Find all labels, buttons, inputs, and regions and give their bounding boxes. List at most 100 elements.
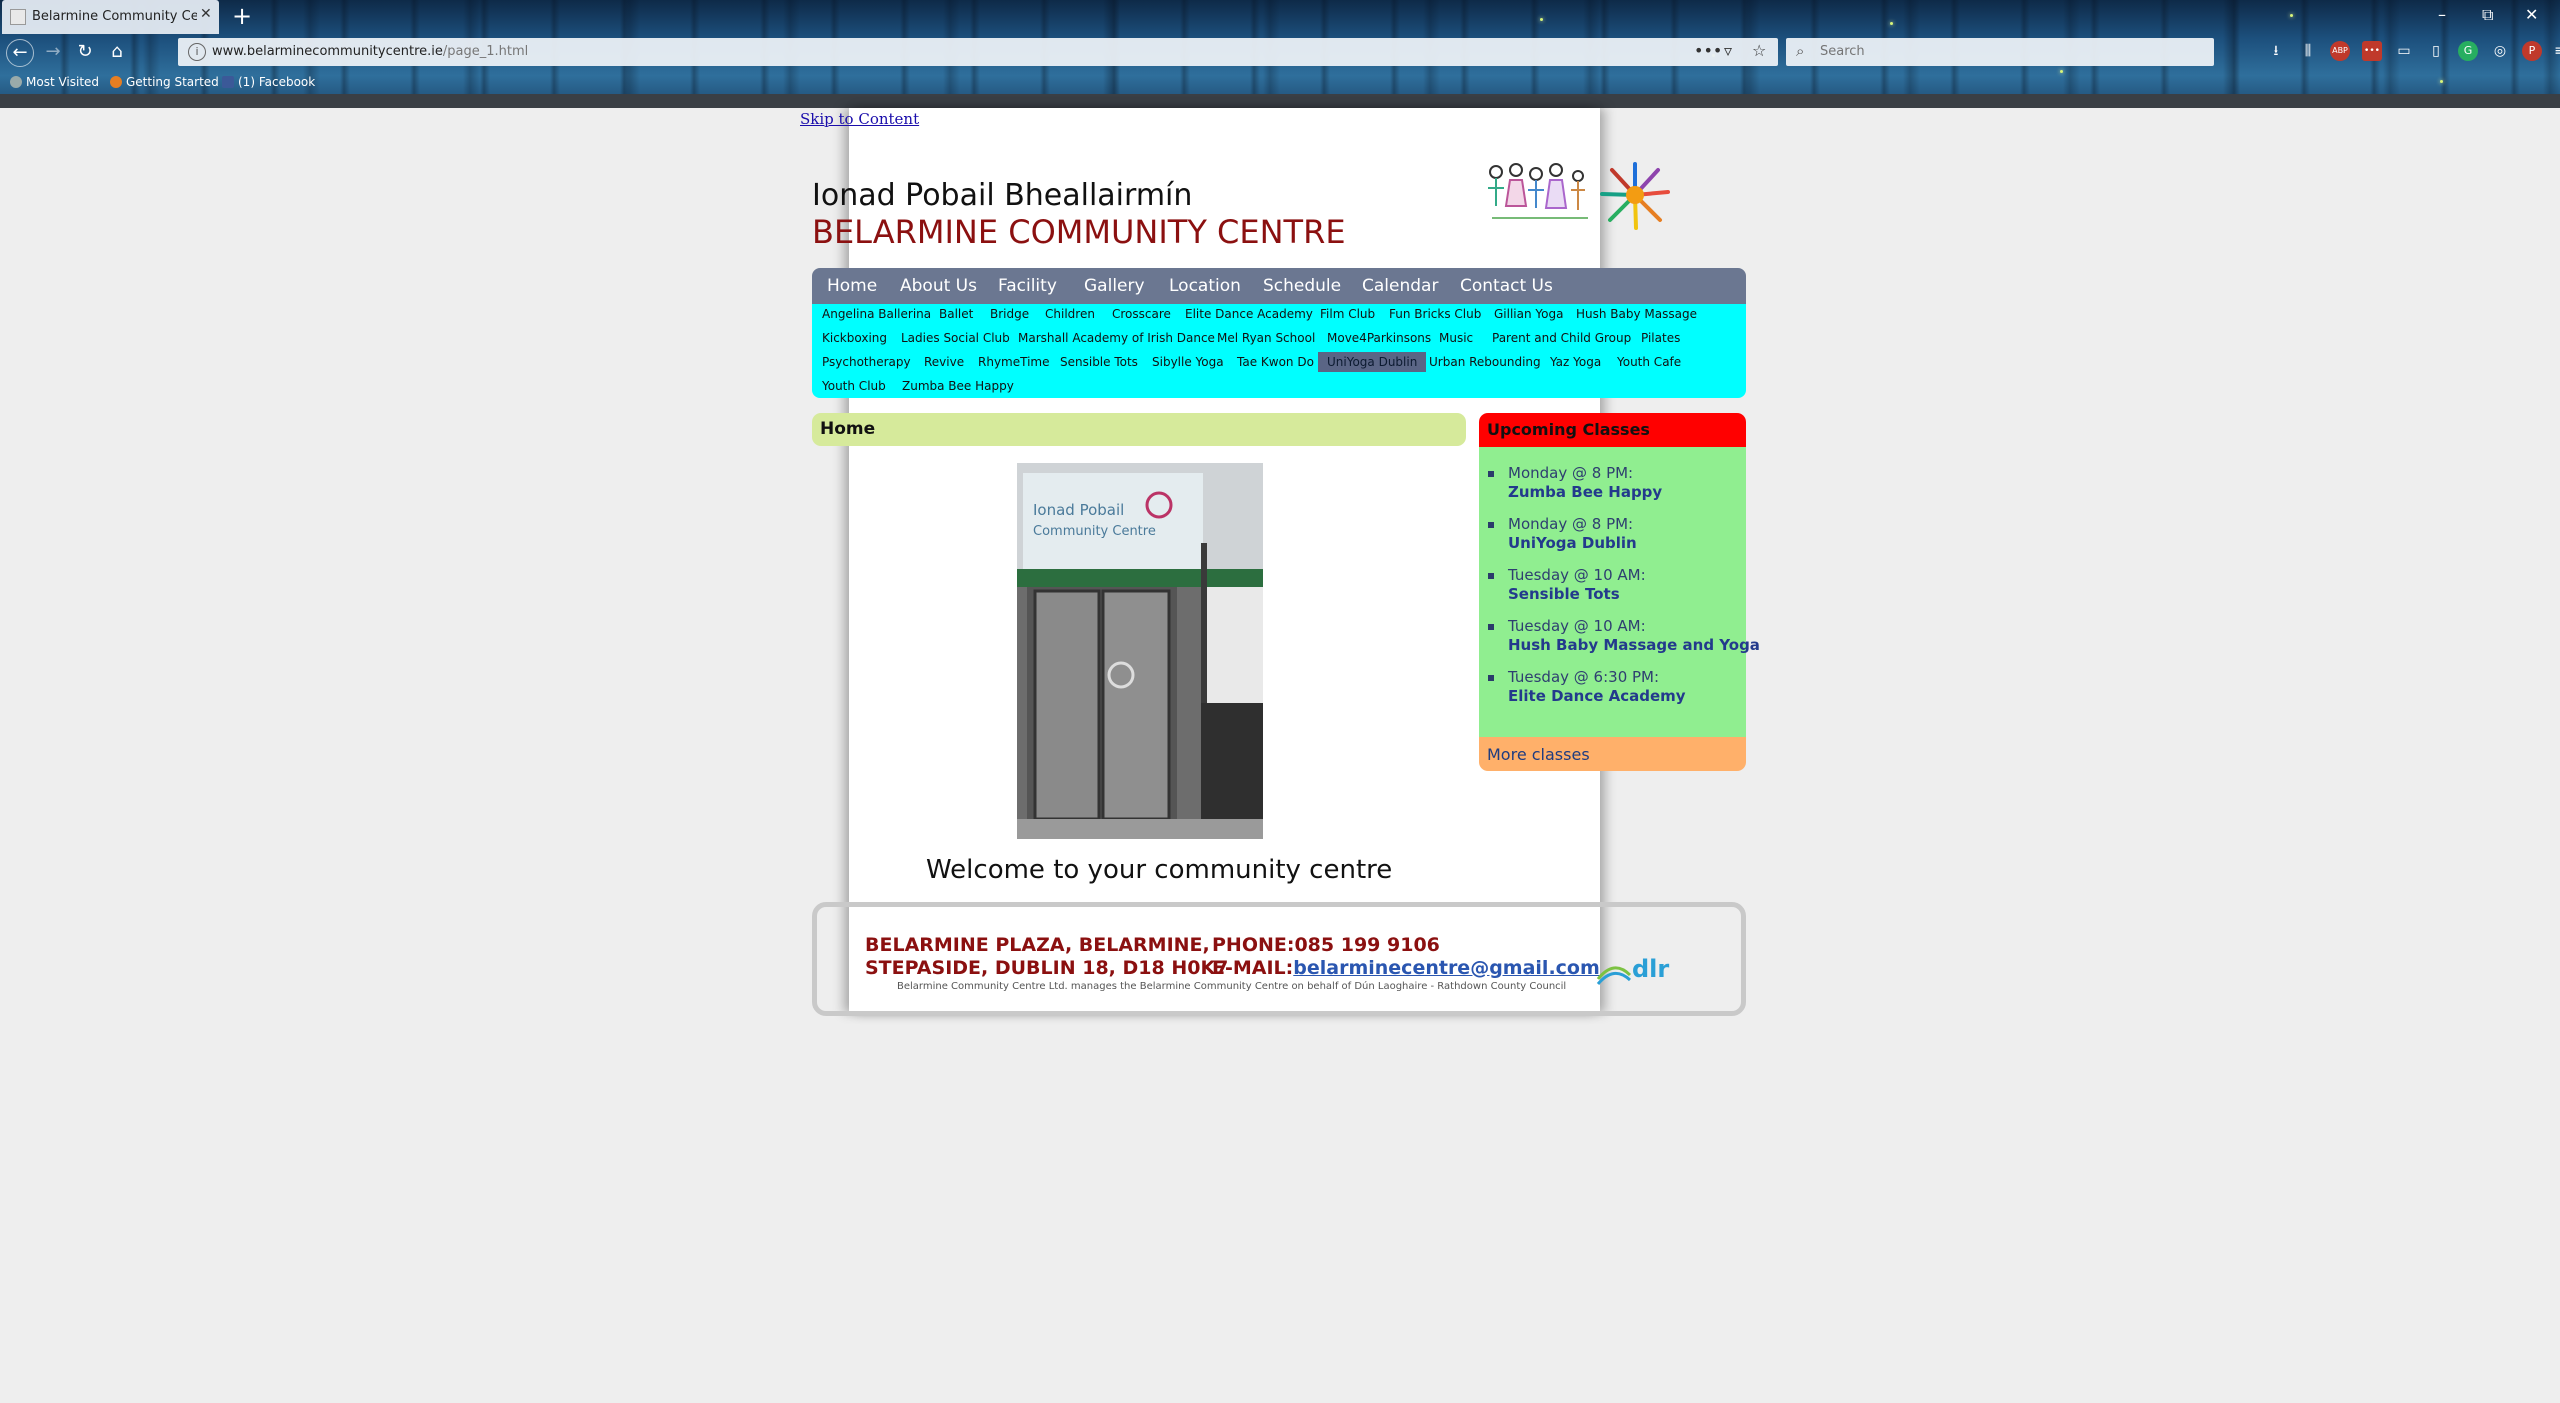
subnav-item[interactable]: Youth Cafe [1617, 355, 1681, 369]
email-link[interactable]: belarminecentre@gmail.com [1293, 957, 1600, 979]
subnav-item[interactable]: Psychotherapy [822, 355, 911, 369]
address-line-2: STEPASIDE, DUBLIN 18, D18 H0K7 [865, 957, 1229, 979]
dlr-council-logo[interactable]: dlr [1594, 953, 1688, 989]
subnav-item[interactable]: Children [1045, 307, 1095, 321]
email-label: E-MAIL: [1212, 957, 1294, 979]
restore-window-button[interactable]: ⧉ [2482, 5, 2493, 25]
extension-icon[interactable]: ••• [2362, 41, 2382, 61]
url-domain: www.belarminecommunitycentre.ie [212, 44, 443, 59]
subnav-item[interactable]: Angelina Ballerina [822, 307, 931, 321]
minimize-window-button[interactable]: – [2438, 5, 2446, 24]
subnav-item[interactable]: Music [1439, 331, 1473, 345]
section-heading-bar: Home [812, 413, 1466, 446]
pocket-icon[interactable]: ▿ [1724, 41, 1732, 60]
class-time: Tuesday @ 10 AM: [1508, 566, 1646, 584]
downloads-icon[interactable]: ⭳ [2266, 41, 2286, 61]
pinterest-icon[interactable]: P [2522, 41, 2542, 61]
subnav-item[interactable]: RhymeTime [978, 355, 1049, 369]
forward-button[interactable]: → [40, 39, 66, 65]
subnav-item[interactable]: Youth Club [822, 379, 886, 393]
upcoming-classes-title: Upcoming Classes [1487, 420, 1650, 439]
bookmark-facebook[interactable]: (1) Facebook [222, 75, 315, 89]
nav-about-us[interactable]: About Us [900, 276, 977, 296]
gear-icon [10, 76, 22, 88]
class-name-link[interactable]: UniYoga Dublin [1508, 534, 1637, 552]
page-favicon-icon [10, 9, 26, 25]
class-name-link[interactable]: Hush Baby Massage and Yoga [1508, 636, 1760, 654]
upcoming-classes-panel: Upcoming Classes Monday @ 8 PM: Zumba Be… [1479, 413, 1760, 771]
bullet-icon [1488, 573, 1494, 579]
subnav-item[interactable]: Crosscare [1112, 307, 1171, 321]
community-centre-entrance-photo: Ionad Pobail Community Centre [1017, 463, 1263, 839]
subnav-item[interactable]: Hush Baby Massage [1576, 307, 1697, 321]
subnav-item[interactable]: Tae Kwon Do [1237, 355, 1314, 369]
subnav-item[interactable]: Elite Dance Academy [1185, 307, 1313, 321]
address-line-1: BELARMINE PLAZA, BELARMINE, [865, 934, 1210, 956]
close-window-button[interactable]: ✕ [2525, 5, 2538, 24]
subnav-item[interactable]: Ballet [939, 307, 973, 321]
search-box[interactable]: ⌕ [1786, 38, 2214, 66]
grammarly-icon[interactable]: G [2458, 41, 2478, 61]
home-button[interactable]: ⌂ [104, 39, 130, 65]
subnav-item[interactable]: Film Club [1320, 307, 1375, 321]
new-tab-button[interactable]: + [232, 2, 252, 30]
subnav-item[interactable]: Yaz Yoga [1550, 355, 1601, 369]
subnav-item[interactable]: Bridge [990, 307, 1029, 321]
class-name-link[interactable]: Sensible Tots [1508, 585, 1620, 603]
children-drawing-logo [1488, 163, 1588, 219]
more-classes-link[interactable]: More classes [1487, 745, 1590, 764]
sidebar-icon[interactable]: ▭ [2394, 41, 2414, 61]
bookmark-most-visited[interactable]: Most Visited [10, 75, 99, 89]
footer-note: Belarmine Community Centre Ltd. manages … [897, 981, 1567, 992]
nav-facility[interactable]: Facility [998, 276, 1057, 296]
browser-tab[interactable]: Belarmine Community Centre ✕ [2, 0, 219, 34]
reload-button[interactable]: ↻ [72, 39, 98, 65]
adblock-icon[interactable]: ABP [2330, 41, 2350, 61]
class-name-link[interactable]: Zumba Bee Happy [1508, 483, 1662, 501]
nav-schedule[interactable]: Schedule [1263, 276, 1341, 296]
subnav-item[interactable]: Pilates [1641, 331, 1680, 345]
subnav-item[interactable]: Fun Bricks Club [1389, 307, 1481, 321]
subnav-item[interactable]: Gillian Yoga [1494, 307, 1563, 321]
subnav-item[interactable]: Parent and Child Group [1492, 331, 1631, 345]
nav-contact-us[interactable]: Contact Us [1460, 276, 1553, 296]
nav-home[interactable]: Home [827, 276, 877, 296]
subnav-item[interactable]: Mel Ryan School [1217, 331, 1315, 345]
close-tab-icon[interactable]: ✕ [200, 6, 212, 22]
extension-icon[interactable] [2490, 41, 2510, 61]
class-time: Tuesday @ 10 AM: [1508, 617, 1646, 635]
subnav-item[interactable]: Ladies Social Club [901, 331, 1010, 345]
nav-location[interactable]: Location [1169, 276, 1241, 296]
subnav-item[interactable]: Sibylle Yoga [1152, 355, 1224, 369]
bookmark-getting-started[interactable]: Getting Started [110, 75, 219, 89]
page-actions-icon[interactable]: ••• [1694, 41, 1722, 60]
subnav-item-active[interactable]: UniYoga Dublin [1318, 352, 1427, 372]
bookmark-label: Getting Started [126, 75, 219, 89]
subnav-item[interactable]: Marshall Academy of Irish Dance [1018, 331, 1215, 345]
svg-text:Ionad Pobail: Ionad Pobail [1033, 501, 1124, 519]
toolbar-divider [0, 94, 2560, 108]
class-time: Monday @ 8 PM: [1508, 464, 1634, 482]
site-info-icon[interactable]: i [188, 43, 206, 61]
back-button[interactable]: ← [6, 39, 34, 67]
firefly-decoration [2290, 14, 2293, 17]
subnav-item[interactable]: Urban Rebounding [1429, 355, 1541, 369]
class-name-link[interactable]: Elite Dance Academy [1508, 687, 1686, 705]
bookmark-star-icon[interactable]: ☆ [1752, 41, 1766, 60]
upcoming-classes-list: Monday @ 8 PM: Zumba Bee Happy Monday @ … [1479, 447, 1760, 737]
subnav-item[interactable]: Move4Parkinsons [1327, 331, 1431, 345]
nav-calendar[interactable]: Calendar [1362, 276, 1438, 296]
nav-gallery[interactable]: Gallery [1084, 276, 1145, 296]
menu-icon[interactable]: ≡ [2550, 41, 2560, 61]
subnav-item[interactable]: Kickboxing [822, 331, 887, 345]
library-icon[interactable]: ⫼ [2298, 41, 2318, 61]
address-url[interactable]: www.belarminecommunitycentre.ie/page_1.h… [212, 44, 528, 59]
address-bar[interactable]: i www.belarminecommunitycentre.ie/page_1… [178, 38, 1778, 66]
subnav-item[interactable]: Zumba Bee Happy [902, 379, 1014, 393]
skip-to-content-link[interactable]: Skip to Content [800, 110, 919, 128]
subnav-item[interactable]: Sensible Tots [1060, 355, 1138, 369]
extension-icon[interactable]: ▯ [2426, 41, 2446, 61]
search-input[interactable] [1818, 43, 2202, 60]
main-navigation: Home About Us Facility Gallery Location … [812, 268, 1746, 304]
subnav-item[interactable]: Revive [924, 355, 964, 369]
